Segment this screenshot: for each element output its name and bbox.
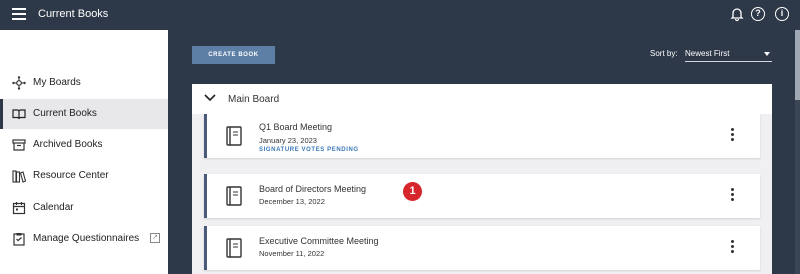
book-card[interactable]: Q1 Board Meeting January 23, 2023 SIGNAT… — [204, 114, 760, 158]
create-book-button[interactable]: CREATE BOOK — [192, 46, 275, 64]
book-icon — [225, 238, 243, 258]
archive-box-icon — [12, 138, 26, 152]
sidebar-item-label: Current Books — [33, 108, 97, 119]
book-date: December 13, 2022 — [259, 197, 325, 206]
clipboard-icon — [12, 232, 26, 246]
sort-value: Newest First — [685, 49, 730, 58]
book-title[interactable]: Q1 Board Meeting — [259, 122, 332, 132]
sidebar-item-label: Resource Center — [33, 170, 109, 181]
book-card[interactable]: Executive Committee Meeting November 11,… — [204, 226, 760, 270]
bell-icon[interactable] — [730, 6, 744, 22]
sidebar-item-label: Archived Books — [33, 139, 103, 150]
sidebar-item-label: Calendar — [33, 202, 74, 213]
notification-badge: 1 — [403, 182, 422, 201]
main-content: CREATE BOOK Sort by: Newest First Main B… — [170, 30, 800, 274]
sidebar-item-calendar[interactable]: Calendar — [0, 193, 168, 223]
more-options-icon[interactable] — [730, 240, 736, 256]
page-title: Current Books — [38, 8, 109, 20]
board-header[interactable]: Main Board — [192, 84, 772, 114]
book-icon — [225, 126, 243, 146]
sidebar-item-archived-books[interactable]: Archived Books — [0, 130, 168, 160]
open-book-icon — [12, 107, 26, 121]
book-title[interactable]: Executive Committee Meeting — [259, 236, 379, 246]
help-icon[interactable]: ? — [751, 7, 765, 21]
books-icon — [12, 169, 27, 183]
sidebar-item-resource-center[interactable]: Resource Center — [0, 161, 168, 191]
status-badge: SIGNATURE VOTES PENDING — [259, 147, 359, 153]
board-title: Main Board — [228, 94, 280, 105]
book-card[interactable]: Board of Directors Meeting December 13, … — [204, 174, 760, 218]
more-options-icon[interactable] — [730, 128, 736, 144]
network-icon — [12, 76, 26, 90]
scrollbar[interactable] — [795, 30, 800, 274]
sidebar-item-label: My Boards — [33, 77, 81, 88]
sidebar: My Boards Current Books Archived Books R… — [0, 30, 168, 274]
more-options-icon[interactable] — [730, 188, 736, 204]
book-date: November 11, 2022 — [259, 249, 325, 258]
top-bar: Current Books ? i — [0, 0, 800, 30]
sidebar-item-current-books[interactable]: Current Books — [0, 99, 168, 129]
hamburger-menu-icon[interactable] — [12, 8, 26, 20]
external-link-icon[interactable]: ↗ — [150, 233, 160, 243]
sort-label: Sort by: — [650, 49, 678, 58]
sort-select[interactable]: Newest First — [685, 45, 772, 62]
sidebar-item-my-boards[interactable]: My Boards — [0, 68, 168, 98]
sidebar-item-label: Manage Questionnaires — [33, 233, 140, 244]
chevron-down-icon[interactable] — [204, 94, 216, 105]
book-date: January 23, 2023 — [259, 136, 317, 145]
board-panel: Main Board Q1 Board Meeting January 23, … — [192, 84, 772, 274]
scrollbar-thumb[interactable] — [795, 30, 800, 100]
calendar-icon — [12, 201, 26, 215]
info-icon[interactable]: i — [775, 7, 789, 21]
caret-down-icon — [764, 52, 770, 56]
book-title[interactable]: Board of Directors Meeting — [259, 184, 366, 194]
book-icon — [225, 186, 243, 206]
sidebar-item-manage-questionnaires[interactable]: Manage Questionnaires ↗ — [0, 224, 168, 254]
